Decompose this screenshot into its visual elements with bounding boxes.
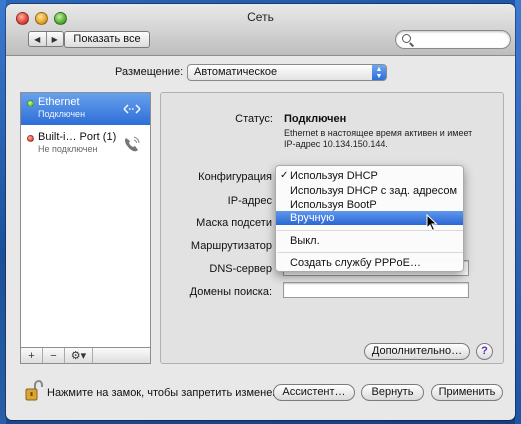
assistant-button[interactable]: Ассистент… bbox=[273, 384, 355, 401]
back-arrow-icon[interactable]: ◀ bbox=[29, 32, 47, 46]
service-name: Built-i… Port (1) bbox=[38, 131, 117, 143]
menu-separator bbox=[277, 252, 463, 253]
revert-button[interactable]: Вернуть bbox=[361, 384, 424, 401]
service-list-controls: + − ⚙▾ bbox=[20, 348, 151, 364]
service-status: Не подключен bbox=[38, 144, 98, 154]
apply-button[interactable]: Применить bbox=[431, 384, 503, 401]
menu-item-dhcp-manual-address[interactable]: Используя DHCP с зад. адресом bbox=[276, 184, 463, 198]
status-dot-icon bbox=[27, 135, 34, 142]
phone-modem-icon bbox=[125, 136, 140, 152]
help-button[interactable]: ? bbox=[476, 343, 493, 360]
menu-item-create-pppoe[interactable]: Создать службу PPPoE… bbox=[276, 256, 463, 270]
menu-item-bootp[interactable]: Используя BootP bbox=[276, 198, 463, 212]
status-value: Подключен bbox=[284, 113, 347, 125]
advanced-button[interactable]: Дополнительно… bbox=[364, 343, 470, 360]
status-description: Ethernet в настоящее время активен и име… bbox=[284, 128, 473, 149]
location-value: Автоматическое bbox=[194, 66, 278, 78]
search-input[interactable] bbox=[395, 30, 511, 49]
titlebar: Сеть ◀ ▶ Показать все bbox=[6, 4, 515, 56]
menu-item-label: Используя DHCP с зад. адресом bbox=[290, 185, 458, 197]
checkmark-icon: ✓ bbox=[280, 170, 289, 181]
gear-icon[interactable]: ⚙▾ bbox=[65, 348, 93, 363]
back-forward-control: ◀ ▶ bbox=[28, 31, 64, 47]
desktop-edge-right bbox=[515, 0, 521, 424]
menu-item-label: Используя DHCP bbox=[290, 170, 378, 182]
window-title: Сеть bbox=[247, 10, 274, 24]
subnet-mask-label: Маска подсети bbox=[196, 217, 272, 229]
search-domains-field[interactable] bbox=[283, 282, 469, 298]
status-dot-icon bbox=[27, 100, 34, 107]
mouse-pointer-icon bbox=[426, 214, 438, 232]
ip-address-label: IP-адрес bbox=[227, 195, 272, 207]
service-status: Подключен bbox=[38, 109, 86, 119]
location-popup[interactable]: Автоматическое ▲ ▼ bbox=[187, 64, 387, 81]
status-label: Статус: bbox=[235, 113, 273, 125]
service-item-ethernet[interactable]: Ethernet Подключен bbox=[21, 93, 150, 125]
service-list: Ethernet Подключен Built-i… Port (1) Не … bbox=[20, 92, 151, 348]
menu-item-off[interactable]: Выкл. bbox=[276, 234, 463, 248]
configuration-label: Конфигурация bbox=[198, 171, 272, 183]
router-label: Маршрутизатор bbox=[190, 240, 272, 252]
menu-item-label: Выкл. bbox=[290, 235, 320, 247]
location-label: Размещение: bbox=[115, 66, 184, 78]
ethernet-arrows-icon bbox=[123, 104, 141, 114]
search-icon bbox=[402, 34, 411, 43]
menu-item-label: Создать службу PPPoE… bbox=[290, 257, 421, 269]
lock-message: Нажмите на замок, чтобы запретить измене… bbox=[47, 387, 294, 399]
add-service-button[interactable]: + bbox=[21, 348, 43, 363]
service-item-built-in-port[interactable]: Built-i… Port (1) Не подключен bbox=[21, 128, 150, 160]
show-all-button[interactable]: Показать все bbox=[64, 31, 150, 48]
dns-server-label: DNS-сервер bbox=[209, 263, 272, 275]
remove-service-button[interactable]: − bbox=[43, 348, 65, 363]
search-domains-label: Домены поиска: bbox=[189, 286, 272, 298]
forward-arrow-icon[interactable]: ▶ bbox=[47, 32, 64, 46]
lock-icon[interactable] bbox=[25, 380, 43, 402]
menu-item-label: Вручную bbox=[290, 212, 335, 224]
menu-item-label: Используя BootP bbox=[290, 199, 377, 211]
menu-item-dhcp[interactable]: ✓ Используя DHCP bbox=[276, 169, 463, 183]
updown-arrows-icon: ▲ ▼ bbox=[372, 65, 386, 80]
service-name: Ethernet bbox=[38, 96, 80, 108]
